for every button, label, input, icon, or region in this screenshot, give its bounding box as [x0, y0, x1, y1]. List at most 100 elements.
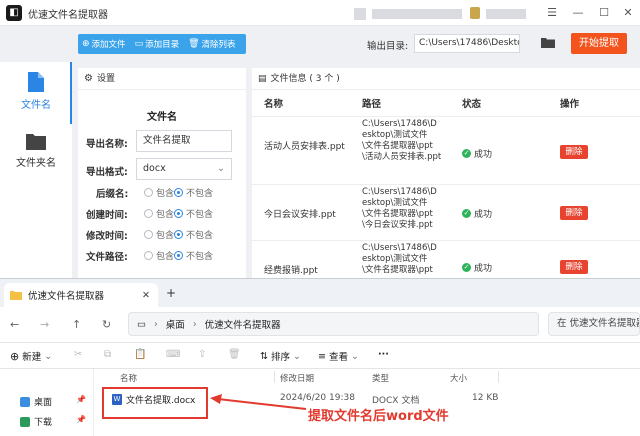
export-format-label: 导出格式:: [86, 167, 128, 178]
radio-modified-exclude[interactable]: 不包含: [174, 228, 213, 241]
path-line: \文件名提取器\ppt: [362, 209, 433, 219]
table-row: 经费报销.ppt C:\Users\17486\D esktop\测试文件 \文…: [252, 240, 640, 278]
new-button[interactable]: ⊕ 新建 ⌄: [10, 349, 53, 364]
breadcrumb-folder[interactable]: 优速文件名提取器: [205, 317, 281, 331]
refresh-icon[interactable]: ↻: [102, 318, 111, 331]
delete-button[interactable]: 删除: [560, 206, 588, 220]
option-label-path: 文件路径:: [86, 252, 128, 263]
app-window: ◧ 优速文件名提取器 ☰ — ☐ ✕ ⊕ 添加文件 ▭ 添加目录 🗑 清除列表 输出目…: [0, 0, 640, 278]
sidebar-item-desktop[interactable]: 桌面: [20, 395, 52, 408]
sidebar-item-label: 下载: [34, 418, 53, 428]
close-tab-icon[interactable]: ✕: [142, 290, 150, 301]
path-line: esktop\测试文件: [362, 198, 428, 208]
path-line: esktop\测试文件: [362, 254, 428, 264]
radio-label: 不包含: [186, 189, 214, 199]
clear-list-button[interactable]: 🗑 清除列表: [188, 38, 235, 50]
search-input[interactable]: 在 优速文件名提取器: [548, 312, 640, 336]
col-type-header[interactable]: 类型: [372, 372, 389, 384]
add-dir-button[interactable]: ▭ 添加目录: [135, 38, 180, 50]
section-title: 文件名: [147, 112, 177, 123]
col-name-header[interactable]: 名称: [120, 372, 137, 384]
explorer-sidebar: 桌面 📌 下载 📌: [0, 369, 94, 436]
forward-icon[interactable]: →: [40, 318, 49, 331]
view-label: 查看: [328, 352, 348, 363]
path-line: C:\Users\17486\D: [362, 243, 437, 253]
blurred-avatar: [354, 8, 366, 20]
col-modified-header[interactable]: 修改日期: [280, 372, 314, 384]
more-button[interactable]: ···: [378, 349, 389, 360]
delete-button[interactable]: 删除: [560, 260, 588, 274]
option-label-modified: 修改时间:: [86, 231, 128, 242]
file-info-panel: ▤ 文件信息 ( 3 个 ) 名称 路径 状态 操作 活动人员安排表.ppt C…: [252, 68, 640, 278]
rename-icon[interactable]: ⌨: [166, 349, 180, 360]
status-label: 成功: [474, 210, 493, 220]
cut-icon[interactable]: ✂: [74, 349, 82, 360]
add-tab-icon[interactable]: +: [166, 286, 176, 300]
maximize-icon[interactable]: ☐: [596, 5, 612, 21]
path-line: \今日会议安排.ppt: [362, 220, 433, 230]
file-explorer-window: 优速文件名提取器 ✕ + ← → ↑ ↻ ▭ › 桌面 › 优速文件名提取器 在…: [0, 278, 640, 436]
address-box[interactable]: ▭ › 桌面 › 优速文件名提取器: [128, 312, 539, 336]
clear-list-label: 清除列表: [201, 40, 236, 50]
col-size-header[interactable]: 大小: [450, 372, 467, 384]
view-button[interactable]: ≡ 查看 ⌄: [318, 349, 359, 364]
delete-icon[interactable]: 🗑: [228, 349, 241, 360]
col-name: 名称: [264, 99, 284, 110]
folder-icon: [10, 291, 22, 300]
member-icon[interactable]: [470, 7, 480, 19]
path-line: \文件名提取器\ppt: [362, 265, 433, 275]
menu-icon[interactable]: ☰: [544, 5, 560, 21]
back-icon[interactable]: ←: [10, 318, 19, 331]
sort-icon: ⇅: [260, 350, 268, 362]
radio-suffix-exclude[interactable]: 不包含: [174, 186, 213, 199]
row-file-name: 活动人员安排表.ppt: [264, 142, 345, 152]
radio-path-exclude[interactable]: 不包含: [174, 249, 213, 262]
export-name-input[interactable]: 文件名提取: [136, 130, 232, 152]
chevron-down-icon: ⌄: [44, 350, 53, 362]
gear-icon: ⚙: [84, 72, 93, 84]
path-line: \文件名提取器\ppt: [362, 141, 433, 151]
sidebar-item-label: 桌面: [34, 398, 53, 408]
start-extract-button[interactable]: 开始提取: [571, 33, 627, 54]
minimize-icon[interactable]: —: [570, 5, 586, 21]
output-dir-input[interactable]: C:\Users\17486\Deskto: [414, 34, 520, 53]
nav-active-indicator: [70, 62, 72, 124]
path-line: C:\Users\17486\D: [362, 187, 437, 197]
pin-icon[interactable]: 📌: [76, 395, 86, 404]
nav-item-foldername[interactable]: 文件夹名: [0, 132, 72, 169]
settings-panel: ⚙ 设置 文件名 导出名称: 文件名提取 导出格式: docx ⌄ 后缀名: 包…: [78, 68, 246, 278]
delete-button[interactable]: 删除: [560, 145, 588, 159]
title-bar: ◧ 优速文件名提取器 ☰ — ☐ ✕: [0, 0, 640, 26]
plus-circle-icon: ⊕: [10, 349, 20, 363]
nav-item-filename[interactable]: 文件名: [0, 72, 72, 111]
folder-icon: [26, 132, 46, 150]
radio-path-include[interactable]: 包含: [144, 249, 174, 262]
radio-circle: [144, 188, 153, 197]
output-dir-label: 输出目录:: [367, 41, 409, 52]
copy-icon[interactable]: ⧉: [104, 349, 111, 360]
radio-suffix-include[interactable]: 包含: [144, 186, 174, 199]
radio-created-exclude[interactable]: 不包含: [174, 207, 213, 220]
close-icon[interactable]: ✕: [620, 5, 636, 21]
add-file-button[interactable]: ⊕ 添加文件: [82, 38, 126, 50]
sort-button[interactable]: ⇅ 排序 ⌄: [260, 349, 301, 364]
export-format-select[interactable]: docx ⌄: [136, 158, 232, 180]
pin-icon[interactable]: 📌: [76, 415, 86, 424]
add-file-icon: ⊕: [82, 39, 90, 49]
sidebar-item-downloads[interactable]: 下载: [20, 415, 52, 428]
explorer-tab[interactable]: 优速文件名提取器 ✕: [4, 283, 158, 307]
paste-icon[interactable]: 📋: [134, 349, 146, 360]
radio-circle: [144, 251, 153, 260]
radio-modified-include[interactable]: 包含: [144, 228, 174, 241]
radio-created-include[interactable]: 包含: [144, 207, 174, 220]
column-divider: [274, 371, 275, 383]
row-status: ✓ 成功: [462, 147, 492, 160]
chevron-down-icon: ⌄: [292, 350, 301, 362]
table-row: 今日会议安排.ppt C:\Users\17486\D esktop\测试文件 …: [252, 184, 640, 240]
browse-folder-icon[interactable]: [540, 36, 556, 50]
file-icon: [28, 72, 44, 92]
up-icon[interactable]: ↑: [72, 318, 81, 331]
share-icon[interactable]: ⇪: [198, 349, 206, 360]
breadcrumb-desktop[interactable]: 桌面: [166, 317, 185, 331]
add-file-label: 添加文件: [91, 40, 126, 50]
